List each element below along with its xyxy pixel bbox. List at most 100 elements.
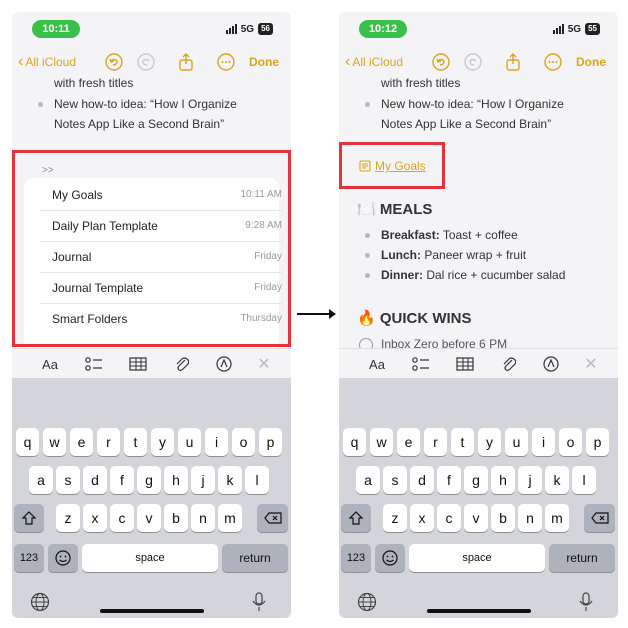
key[interactable]: y — [151, 428, 174, 456]
keyboard: q w e r t y u i o p a s d f g h j k l z … — [339, 378, 618, 618]
phone-before: 10:11 5G 56 ‹ All iCloud Done with fresh… — [12, 12, 291, 618]
key[interactable]: w — [370, 428, 393, 456]
microphone-icon[interactable] — [579, 592, 593, 617]
space-key[interactable]: space — [82, 544, 218, 572]
done-button[interactable]: Done — [576, 55, 606, 69]
key[interactable]: d — [410, 466, 434, 494]
globe-icon[interactable] — [357, 592, 377, 617]
markup-icon[interactable] — [214, 355, 234, 373]
undo-icon[interactable] — [431, 52, 451, 72]
key[interactable]: e — [397, 428, 420, 456]
key[interactable]: t — [124, 428, 147, 456]
status-time: 10:11 — [32, 20, 80, 38]
shift-key[interactable] — [341, 504, 371, 532]
key[interactable]: b — [491, 504, 515, 532]
attachment-icon[interactable] — [499, 355, 519, 373]
key[interactable]: u — [178, 428, 201, 456]
microphone-icon[interactable] — [252, 592, 266, 617]
format-text-button[interactable]: Aa — [40, 355, 60, 373]
more-icon[interactable] — [216, 52, 236, 72]
return-key[interactable]: return — [222, 544, 288, 572]
key[interactable]: p — [259, 428, 282, 456]
close-icon[interactable]: ✕ — [254, 355, 274, 373]
back-label: All iCloud — [25, 55, 77, 69]
key[interactable]: k — [545, 466, 569, 494]
key[interactable]: r — [97, 428, 120, 456]
checklist-icon[interactable] — [411, 355, 431, 373]
key[interactable]: q — [343, 428, 366, 456]
key[interactable]: c — [437, 504, 461, 532]
share-icon[interactable] — [176, 52, 196, 72]
key[interactable]: f — [437, 466, 461, 494]
redo-icon[interactable] — [463, 52, 483, 72]
key[interactable]: e — [70, 428, 93, 456]
key[interactable]: u — [505, 428, 528, 456]
numbers-key[interactable]: 123 — [341, 544, 371, 572]
table-icon[interactable] — [455, 355, 475, 373]
emoji-key[interactable] — [375, 544, 405, 572]
key[interactable]: w — [43, 428, 66, 456]
key[interactable]: z — [56, 504, 80, 532]
key[interactable]: p — [586, 428, 609, 456]
key[interactable]: o — [559, 428, 582, 456]
key[interactable]: x — [83, 504, 107, 532]
key[interactable]: s — [383, 466, 407, 494]
key[interactable]: l — [572, 466, 596, 494]
key[interactable]: y — [478, 428, 501, 456]
key[interactable]: b — [164, 504, 188, 532]
redo-icon[interactable] — [136, 52, 156, 72]
key[interactable]: d — [83, 466, 107, 494]
key[interactable]: q — [16, 428, 39, 456]
back-button[interactable]: ‹ All iCloud — [18, 54, 76, 70]
key[interactable]: a — [356, 466, 380, 494]
key[interactable]: h — [164, 466, 188, 494]
space-key[interactable]: space — [409, 544, 545, 572]
key[interactable]: h — [491, 466, 515, 494]
key[interactable]: v — [464, 504, 488, 532]
key[interactable]: n — [518, 504, 542, 532]
share-icon[interactable] — [503, 52, 523, 72]
bullet — [38, 102, 43, 107]
done-button[interactable]: Done — [249, 55, 279, 69]
checklist-icon[interactable] — [84, 355, 104, 373]
key[interactable]: m — [545, 504, 569, 532]
key[interactable]: i — [532, 428, 555, 456]
key[interactable]: j — [518, 466, 542, 494]
key[interactable]: j — [191, 466, 215, 494]
arrow-head-icon — [329, 309, 336, 319]
key[interactable]: m — [218, 504, 242, 532]
markup-icon[interactable] — [541, 355, 561, 373]
back-button[interactable]: ‹ All iCloud — [345, 54, 403, 70]
key[interactable]: x — [410, 504, 434, 532]
meal-value: Dal rice + cucumber salad — [426, 268, 566, 282]
key[interactable]: l — [245, 466, 269, 494]
delete-key[interactable] — [257, 504, 288, 532]
key[interactable]: k — [218, 466, 242, 494]
key[interactable]: g — [464, 466, 488, 494]
key[interactable]: i — [205, 428, 228, 456]
return-key[interactable]: return — [549, 544, 615, 572]
table-icon[interactable] — [128, 355, 148, 373]
key[interactable]: v — [137, 504, 161, 532]
note-line: with fresh titles — [54, 76, 134, 90]
globe-icon[interactable] — [30, 592, 50, 617]
shift-key[interactable] — [14, 504, 44, 532]
key[interactable]: n — [191, 504, 215, 532]
attachment-icon[interactable] — [172, 355, 192, 373]
key[interactable]: t — [451, 428, 474, 456]
key[interactable]: g — [137, 466, 161, 494]
key[interactable]: s — [56, 466, 80, 494]
numbers-key[interactable]: 123 — [14, 544, 44, 572]
delete-key[interactable] — [584, 504, 615, 532]
undo-icon[interactable] — [104, 52, 124, 72]
key[interactable]: a — [29, 466, 53, 494]
emoji-key[interactable] — [48, 544, 78, 572]
key[interactable]: r — [424, 428, 447, 456]
key[interactable]: c — [110, 504, 134, 532]
key[interactable]: z — [383, 504, 407, 532]
key[interactable]: o — [232, 428, 255, 456]
key[interactable]: f — [110, 466, 134, 494]
close-icon[interactable]: ✕ — [581, 355, 601, 373]
format-text-button[interactable]: Aa — [367, 355, 387, 373]
more-icon[interactable] — [543, 52, 563, 72]
